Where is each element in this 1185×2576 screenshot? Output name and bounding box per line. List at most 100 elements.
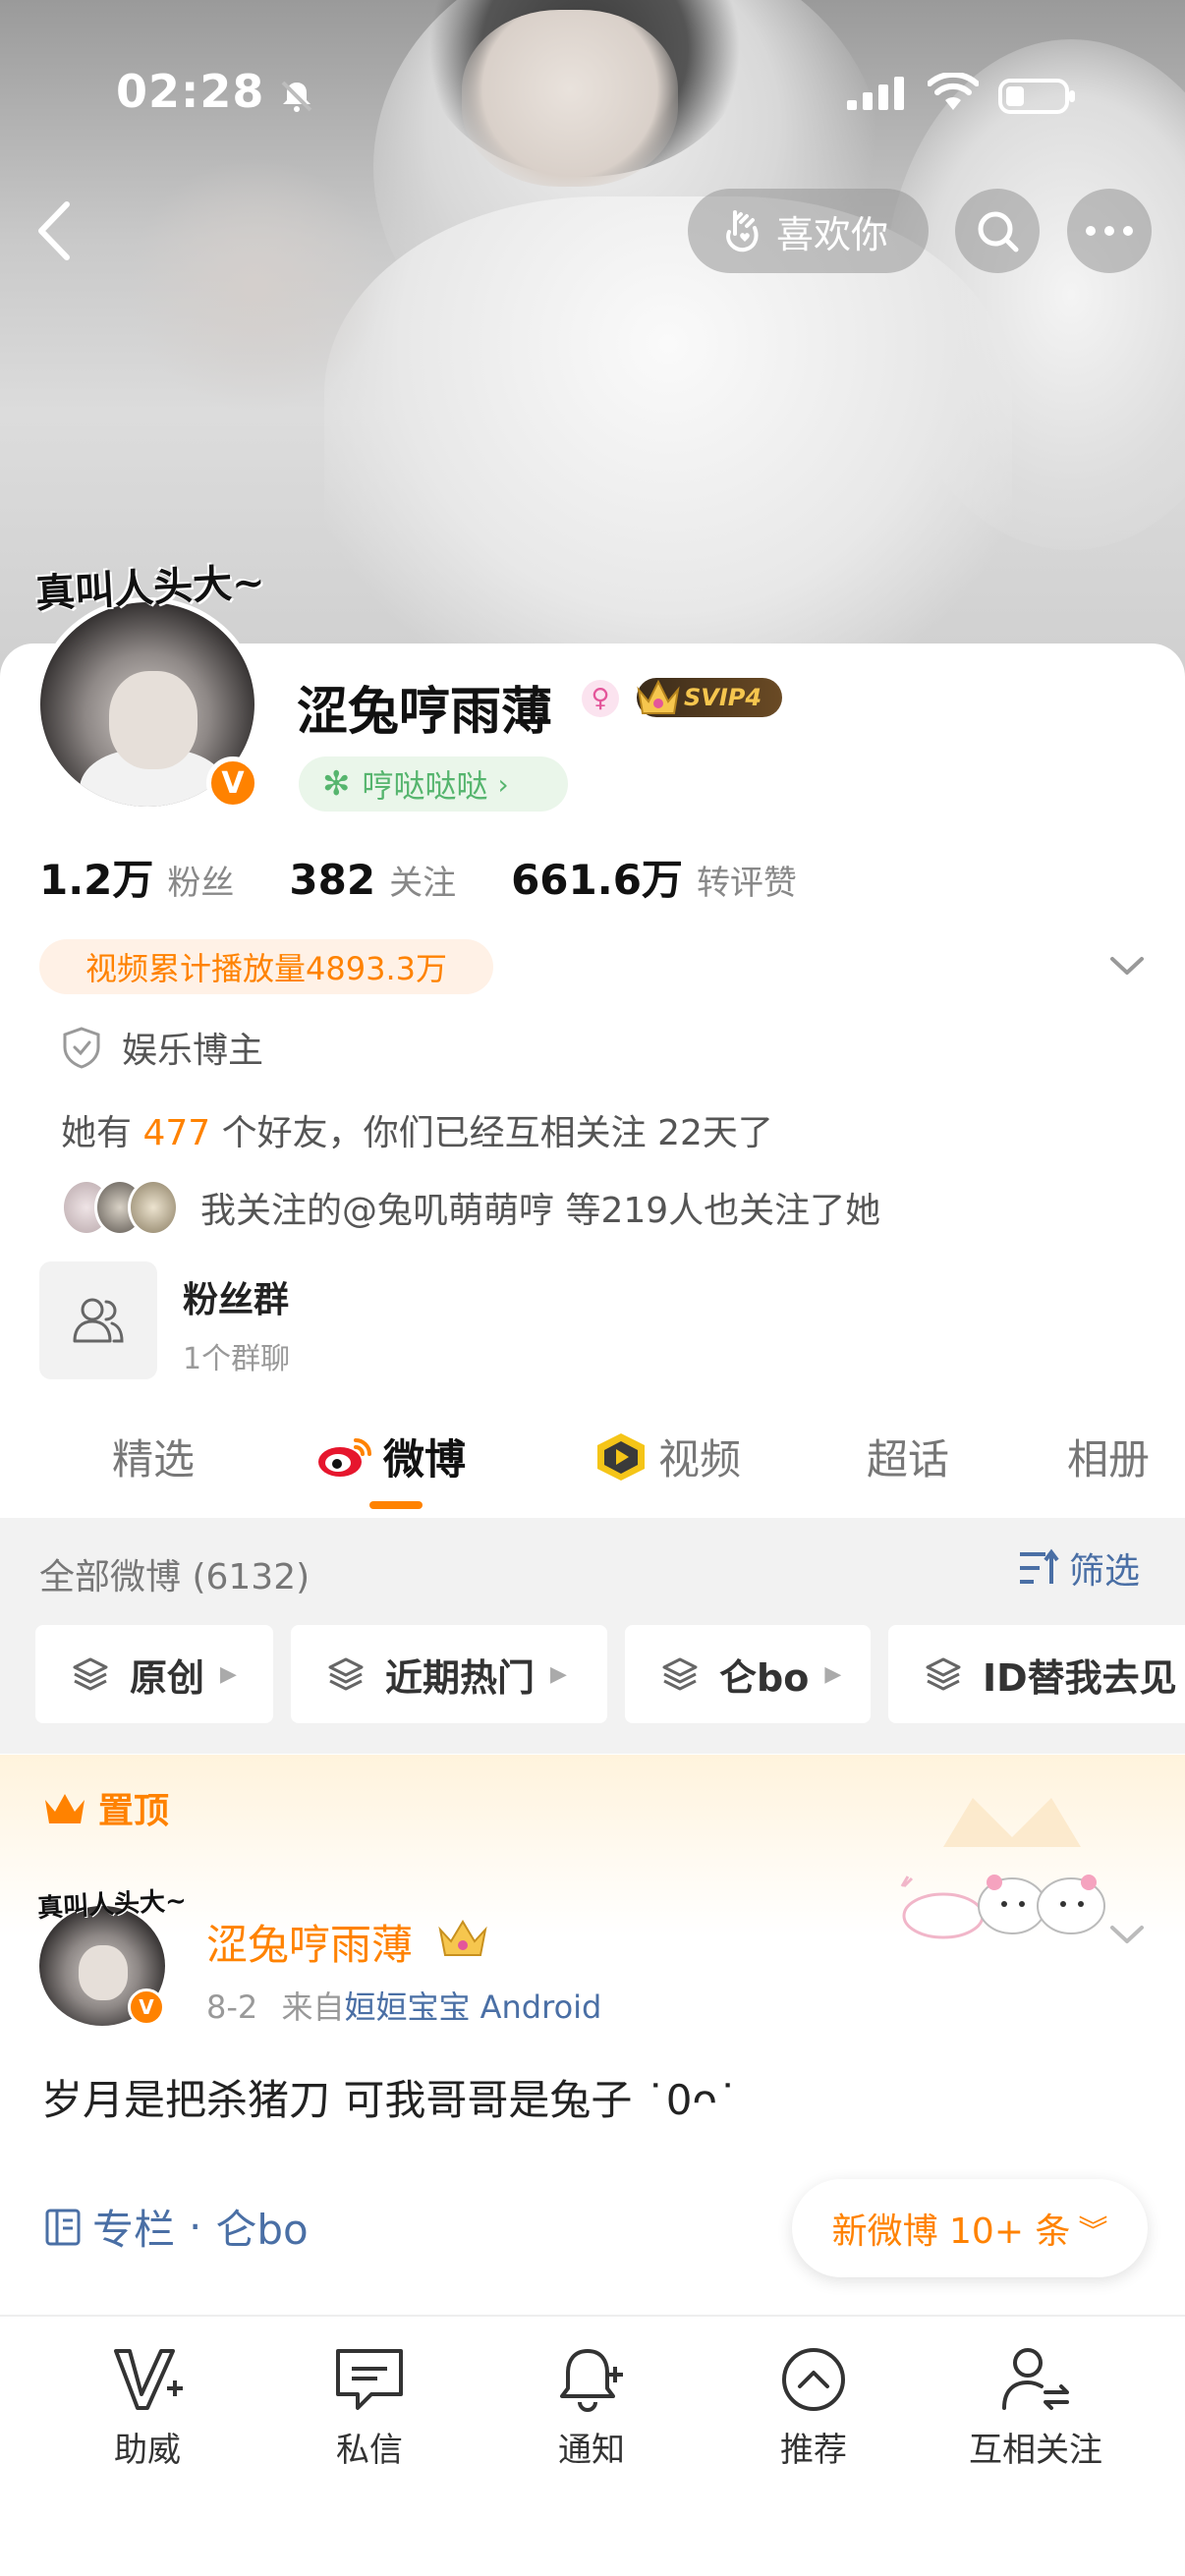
caret-right-icon: ▶ <box>824 1661 842 1687</box>
chevron-up-circle-icon <box>782 2348 845 2411</box>
decorative-sticker-icon <box>900 1798 1105 1939</box>
more-dots-icon <box>1086 226 1133 236</box>
svip-label: SVIP4 <box>684 684 762 711</box>
tab-weibo[interactable]: 微博 <box>316 1427 466 1486</box>
back-icon[interactable] <box>29 196 79 265</box>
hand-heart-icon <box>726 210 759 252</box>
user-mutual-icon <box>1002 2348 1069 2410</box>
recommend-button[interactable]: 推荐 <box>715 2340 912 2471</box>
chip-recent-hot-label: 近期热门 <box>385 1655 536 1700</box>
tab-album[interactable]: 相册 <box>1067 1427 1150 1486</box>
chip-lunbo[interactable]: 仑bo ▶ <box>625 1625 871 1723</box>
gender-female-icon: ♀ <box>582 680 619 717</box>
tab-featured[interactable]: 精选 <box>112 1427 195 1486</box>
like-you-button[interactable]: 喜欢你 <box>688 189 929 273</box>
filter-icon <box>1020 1548 1059 1584</box>
bottom-action-bar: 助威 私信 通知 推荐 互相关注 <box>0 2315 1185 2576</box>
chevron-down-icon[interactable] <box>1108 951 1146 980</box>
tab-topics[interactable]: 超话 <box>867 1427 949 1486</box>
post-source[interactable]: 姮姮宝宝 Android <box>344 1988 601 2026</box>
chip-original-label: 原创 <box>130 1655 205 1700</box>
notify-button[interactable]: 通知 <box>493 2340 690 2471</box>
profile-tag-pill[interactable]: ✻ 哼哒哒哒 › <box>299 756 568 812</box>
fans-group-icon-box[interactable] <box>39 1261 157 1379</box>
blogger-type-row[interactable]: 娱乐博主 <box>61 1022 263 1073</box>
chip-lunbo-label: 仑bo <box>719 1655 810 1700</box>
cheer-v-plus-icon <box>114 2349 183 2410</box>
wifi-icon <box>928 73 979 110</box>
friends-count[interactable]: 477 <box>142 1113 210 1153</box>
chip-original[interactable]: 原创 ▶ <box>35 1625 273 1723</box>
following-count[interactable]: 382 <box>289 856 375 904</box>
post-verified-badge: V <box>128 1988 165 2026</box>
bell-muted-icon <box>281 81 312 112</box>
post-meta: 8-2 来自姮姮宝宝 Android <box>206 1983 601 2028</box>
following-label[interactable]: 关注 <box>389 856 456 904</box>
crown-icon <box>637 679 680 714</box>
layers-icon <box>662 1657 698 1691</box>
more-button[interactable] <box>1067 189 1152 273</box>
shield-icon <box>63 1027 100 1069</box>
mutual-follow-button[interactable]: 互相关注 <box>937 2340 1134 2471</box>
verified-badge: V <box>206 756 259 810</box>
followers-label[interactable]: 粉丝 <box>167 856 234 904</box>
search-icon <box>978 211 1019 252</box>
pinned-label: 置顶 <box>98 1791 170 1831</box>
filter-button[interactable]: 筛选 <box>1016 1542 1140 1594</box>
crown-icon <box>45 1794 85 1823</box>
cheer-button[interactable]: 助威 <box>49 2340 246 2471</box>
mutual-avatar <box>128 1179 179 1236</box>
tab-video[interactable]: 视频 <box>593 1427 741 1486</box>
post-from: 来自 <box>281 1988 345 2026</box>
all-weibo-count: 全部微博 (6132) <box>39 1557 310 1597</box>
cheer-label: 助威 <box>114 2431 181 2470</box>
like-you-label: 喜欢你 <box>776 212 889 256</box>
bell-plus-icon <box>560 2349 623 2412</box>
search-button[interactable] <box>955 189 1040 273</box>
chevron-right-icon: › <box>497 767 509 801</box>
vip-crown-icon <box>438 1920 487 1956</box>
avatar-sticker-text: 真叫人头大~ <box>34 558 266 618</box>
profile-stats: 1.2万 粉丝 382 关注 661.6万 转评赞 <box>39 847 852 907</box>
post-text: 岁月是把杀猪刀 可我哥哥是兔子 ˙0ᴖ˙ <box>41 2076 739 2124</box>
chip-recent-hot[interactable]: 近期热门 ▶ <box>291 1625 607 1723</box>
caret-right-icon: ▶ <box>220 1661 237 1687</box>
profile-tabs: 精选 微博 视频 超话 相册 <box>0 1415 1185 1513</box>
pinned-label-row: 置顶 <box>41 1782 169 1833</box>
friends-info: 她有 477 个好友，你们已经互相关注 22天了 <box>61 1104 773 1155</box>
double-chevron-down-icon: ︾ <box>1078 2214 1108 2249</box>
message-button[interactable]: 私信 <box>271 2340 468 2471</box>
followers-count[interactable]: 1.2万 <box>39 847 153 907</box>
mutual-follow-label: 互相关注 <box>969 2431 1102 2470</box>
column-link[interactable]: 专栏 · 仑bo <box>43 2197 309 2257</box>
friends-prefix: 她有 <box>61 1113 133 1153</box>
chat-icon <box>336 2349 403 2410</box>
new-weibo-button[interactable]: 新微博 10+ 条 ︾ <box>792 2179 1148 2277</box>
mutual-follow-text: 我关注的@兔叽萌萌哼 等219人也关注了她 <box>200 1191 881 1231</box>
chip-id-label: ID替我去见 <box>983 1655 1177 1700</box>
fans-group-title[interactable]: 粉丝群 <box>183 1271 289 1322</box>
mutual-follow-row[interactable]: 我关注的@兔叽萌萌哼 等219人也关注了她 <box>61 1179 880 1236</box>
flower-icon: ✻ <box>322 764 351 804</box>
filter-label: 筛选 <box>1069 1551 1141 1592</box>
chip-id[interactable]: ID替我去见 <box>888 1625 1185 1723</box>
profile-name: 涩兔哼雨薄 <box>297 683 553 742</box>
signal-icon <box>847 77 904 110</box>
interactions-count[interactable]: 661.6万 <box>511 847 683 907</box>
column-label: 专栏 <box>92 2206 176 2254</box>
chevron-down-icon[interactable] <box>1108 1920 1146 1949</box>
battery-icon <box>998 79 1075 114</box>
profile-tag-label: 哼哒哒哒 <box>362 767 488 805</box>
post-date: 8-2 <box>206 1988 258 2026</box>
svip-badge[interactable]: SVIP4 <box>637 678 782 717</box>
video-play-count[interactable]: 视频累计播放量4893.3万 <box>39 939 493 994</box>
caret-right-icon: ▶ <box>550 1661 567 1687</box>
video-play-badge-icon <box>597 1432 645 1481</box>
post-avatar-sticker-text: 真叫人头大~ <box>36 1886 188 1924</box>
post-author-name[interactable]: 涩兔哼雨薄 <box>206 1912 413 1972</box>
interactions-label[interactable]: 转评赞 <box>697 856 797 904</box>
active-tab-indicator <box>369 1501 423 1509</box>
friends-suffix: 个好友，你们已经互相关注 22天了 <box>221 1113 773 1153</box>
blogger-type-label: 娱乐博主 <box>122 1031 264 1071</box>
fans-group-subtitle: 1个群聊 <box>183 1342 291 1376</box>
